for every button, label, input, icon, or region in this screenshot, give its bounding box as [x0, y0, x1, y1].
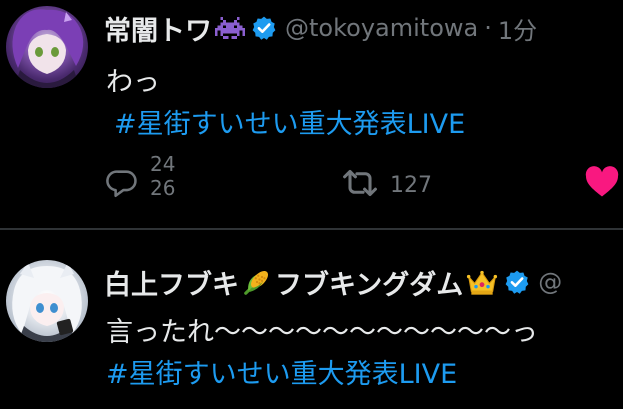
retweet-icon — [340, 166, 380, 204]
corn-icon — [242, 267, 272, 297]
avatar-fubuki[interactable] — [6, 260, 88, 342]
tweet-text: 言ったれ〜〜〜〜〜〜〜〜〜〜〜っ — [106, 317, 538, 348]
avatar-towa[interactable] — [6, 6, 88, 88]
user-handle[interactable]: @ — [538, 268, 562, 296]
tweet-actions: 24 26 127 — [0, 152, 623, 212]
tweet-header: 白上フブキ フブキングダム @ — [104, 262, 562, 302]
reply-button[interactable] — [104, 166, 140, 204]
tweet-tokoyamitowa[interactable]: 常闇トワ @tokoyamitowa · 1分 わっ #星街すいせい重大発表LI… — [0, 0, 623, 228]
separator-dot: · — [484, 14, 492, 42]
tweet-header: 常闇トワ @tokoyamitowa · 1分 — [104, 8, 537, 48]
timestamp[interactable]: 1分 — [498, 11, 537, 46]
user-handle[interactable]: @tokoyamitowa — [285, 14, 478, 42]
display-name[interactable]: 常闇トワ — [104, 9, 212, 48]
verified-badge-icon — [504, 269, 530, 295]
retweet-count: 127 — [390, 172, 432, 198]
display-name-part2[interactable]: フブキングダム — [275, 263, 463, 302]
hashtag-link[interactable]: #星街すいせい重大発表LIVE — [114, 102, 465, 141]
verified-badge-icon — [251, 15, 277, 41]
display-name-part1[interactable]: 白上フブキ — [104, 263, 239, 302]
space-invader-icon — [215, 15, 245, 41]
heart-icon — [584, 166, 620, 202]
like-button[interactable] — [584, 166, 620, 202]
reply-count-rolling: 24 26 — [150, 152, 190, 200]
crown-icon — [466, 267, 498, 297]
retweet-button[interactable]: 127 — [340, 166, 432, 204]
reply-count-next: 26 — [150, 176, 176, 200]
reply-count: 24 — [150, 152, 176, 176]
tweet-fubuki[interactable]: 白上フブキ フブキングダム @ 言ったれ〜〜〜〜〜〜〜〜〜〜〜っ #星街すいせい… — [0, 230, 623, 409]
reply-icon — [104, 166, 140, 204]
hashtag-link[interactable]: #星街すいせい重大発表LIVE — [106, 352, 457, 391]
tweet-text: わっ — [106, 67, 160, 98]
